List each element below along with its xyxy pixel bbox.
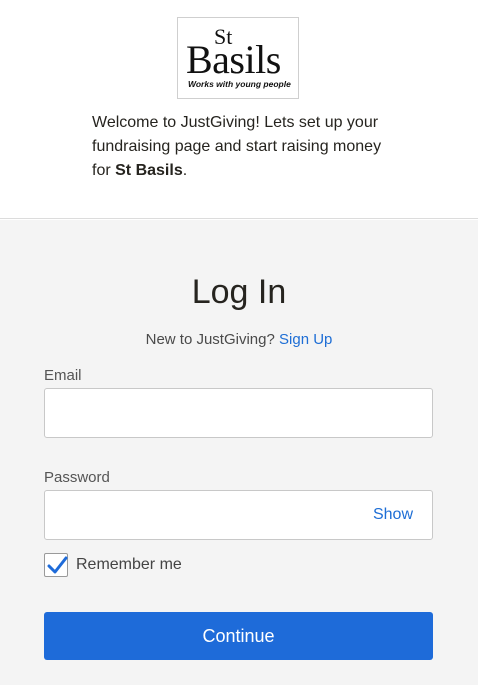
welcome-message: Welcome to JustGiving! Lets set up your … <box>92 111 402 183</box>
email-field[interactable] <box>45 389 432 437</box>
logo-tagline: Works with young people <box>188 79 291 89</box>
signup-prompt: New to JustGiving? Sign Up <box>0 330 478 350</box>
page-title: Log In <box>191 273 287 311</box>
checkmark-icon <box>47 556 68 574</box>
welcome-text-end: . <box>182 162 188 179</box>
email-label: Email <box>44 367 82 384</box>
charity-logo: St Basils Works with young people <box>177 17 299 99</box>
signup-prompt-text: New to JustGiving? <box>145 331 275 348</box>
password-label: Password <box>44 469 110 486</box>
continue-button[interactable]: Continue <box>44 612 433 660</box>
email-field-wrapper <box>44 388 433 438</box>
logo-line-basils: Basils <box>186 37 281 82</box>
header-section: St Basils Works with young people Welcom… <box>0 0 478 219</box>
charity-name: St Basils <box>115 162 183 179</box>
password-field-wrapper: Show <box>44 490 433 540</box>
remember-me-label[interactable]: Remember me <box>76 555 182 575</box>
signup-link[interactable]: Sign Up <box>279 331 332 348</box>
remember-me-checkbox[interactable] <box>44 553 68 577</box>
show-password-toggle[interactable]: Show <box>373 505 413 525</box>
